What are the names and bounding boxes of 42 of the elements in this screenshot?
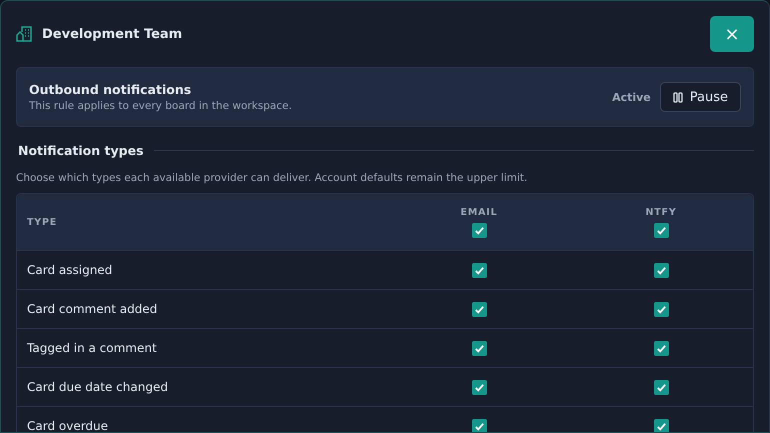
checkbox[interactable] bbox=[472, 222, 486, 238]
checkbox[interactable] bbox=[472, 380, 486, 394]
check-icon bbox=[656, 382, 666, 392]
column-header: NTFY bbox=[646, 206, 676, 218]
check-icon bbox=[474, 264, 484, 276]
rule-title: Outbound notifications bbox=[29, 82, 192, 97]
checkbox[interactable] bbox=[472, 340, 486, 356]
status-label: Active bbox=[612, 90, 651, 104]
checkbox[interactable] bbox=[654, 222, 668, 238]
check-icon bbox=[656, 264, 666, 276]
type-label: Tagged in a comment bbox=[27, 341, 158, 355]
check-icon bbox=[656, 224, 666, 236]
check-icon bbox=[474, 420, 484, 432]
checkbox[interactable] bbox=[472, 302, 486, 316]
checkbox[interactable] bbox=[654, 418, 668, 432]
checkbox[interactable] bbox=[654, 340, 668, 356]
column-header: TYPE bbox=[27, 216, 58, 228]
column-header: EMAIL bbox=[460, 206, 498, 218]
check-icon bbox=[656, 420, 666, 432]
checkbox[interactable] bbox=[472, 418, 486, 432]
section-title: Notification types bbox=[18, 143, 144, 158]
type-label: Card due date changed bbox=[27, 380, 169, 394]
checkbox[interactable] bbox=[654, 262, 668, 278]
type-label: Card overdue bbox=[27, 419, 110, 432]
check-icon bbox=[474, 224, 484, 236]
pause-icon bbox=[672, 92, 683, 102]
checkbox[interactable] bbox=[654, 302, 668, 316]
checkbox[interactable] bbox=[472, 262, 486, 278]
type-label: Card assigned bbox=[27, 263, 114, 277]
check-icon bbox=[656, 342, 666, 354]
building-icon bbox=[16, 26, 32, 42]
section-hint: Choose which types each available provider can deliver. Account defaults remain the upper limit. bbox=[16, 172, 528, 184]
dialog-title: Development Team bbox=[42, 26, 184, 42]
check-icon bbox=[474, 342, 484, 354]
checkbox[interactable] bbox=[654, 380, 668, 394]
type-label: Card comment added bbox=[27, 302, 158, 316]
close-button[interactable]: × bbox=[710, 16, 754, 52]
pause-button[interactable]: Pause bbox=[660, 82, 741, 112]
check-icon bbox=[474, 382, 484, 392]
rule-description: This rule applies to every board in the workspace. bbox=[29, 100, 293, 112]
check-icon bbox=[656, 304, 666, 314]
check-icon bbox=[474, 304, 484, 314]
